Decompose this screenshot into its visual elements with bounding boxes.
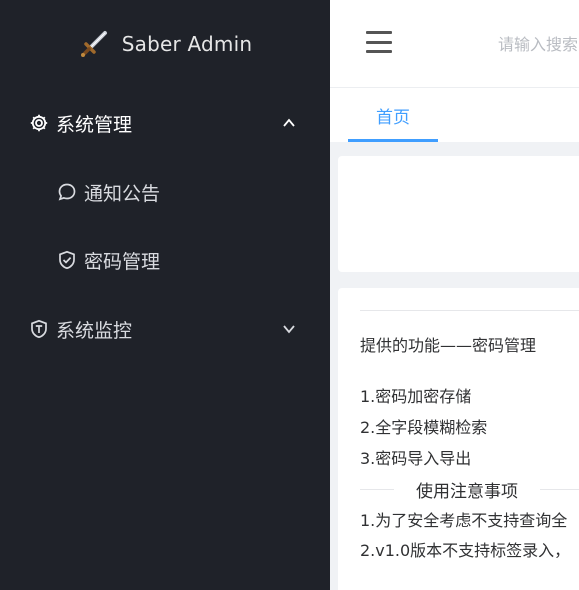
sidebar-item-label: 密码管理 bbox=[84, 250, 161, 273]
note-item: 1.为了安全考虑不支持查询全 bbox=[360, 511, 568, 530]
main-area: 首页 提供的功能——密码管理 1.密码加密存储 2.全字段模糊检索 3.密码导入… bbox=[330, 0, 579, 590]
shield-check-icon bbox=[56, 249, 78, 271]
search-input[interactable] bbox=[498, 30, 579, 58]
shield-t-icon bbox=[28, 318, 50, 340]
feature-item: 3.密码导入导出 bbox=[360, 449, 472, 468]
active-tab-indicator bbox=[348, 139, 438, 142]
feature-list: 提供的功能——密码管理 1.密码加密存储 2.全字段模糊检索 3.密码导入导出 bbox=[360, 332, 536, 474]
sidebar-item-label: 系统管理 bbox=[56, 113, 133, 136]
sidebar-item-notice[interactable]: 通知公告 bbox=[0, 158, 330, 226]
logo[interactable]: Saber Admin bbox=[0, 0, 330, 88]
sidebar-item-password-management[interactable]: 密码管理 bbox=[0, 226, 330, 294]
feature-title: 提供的功能——密码管理 bbox=[360, 336, 537, 355]
gear-icon bbox=[28, 112, 50, 134]
notes-list: 1.为了安全考虑不支持查询全 2.v1.0版本不支持标签录入， bbox=[360, 506, 570, 566]
sidebar: Saber Admin 系统管理 通知公告 密码管理 系统监控 bbox=[0, 0, 330, 590]
logo-text: Saber Admin bbox=[121, 32, 253, 56]
notes-divider: 使用注意事项 bbox=[360, 476, 579, 502]
chat-bubble-icon bbox=[56, 181, 78, 203]
divider-label: 使用注意事项 bbox=[416, 481, 518, 502]
feature-item: 2.全字段模糊检索 bbox=[360, 418, 488, 437]
chevron-down-icon bbox=[282, 322, 296, 336]
sidebar-item-label: 通知公告 bbox=[84, 182, 161, 205]
menu-toggle-icon[interactable] bbox=[366, 31, 392, 53]
tab-home[interactable]: 首页 bbox=[348, 88, 438, 142]
note-item: 2.v1.0版本不支持标签录入， bbox=[360, 541, 571, 560]
top-navbar bbox=[330, 0, 579, 88]
card-divider bbox=[360, 310, 579, 311]
sidebar-item-label: 系统监控 bbox=[56, 319, 133, 342]
sidebar-item-system-monitor[interactable]: 系统监控 bbox=[0, 294, 330, 364]
sword-icon bbox=[78, 27, 112, 61]
chevron-up-icon bbox=[282, 116, 296, 130]
tab-bar: 首页 bbox=[330, 88, 579, 142]
top-card bbox=[338, 156, 579, 272]
sidebar-item-system-management[interactable]: 系统管理 bbox=[0, 88, 330, 158]
feature-item: 1.密码加密存储 bbox=[360, 387, 472, 406]
info-card: 提供的功能——密码管理 1.密码加密存储 2.全字段模糊检索 3.密码导入导出 … bbox=[338, 288, 579, 590]
